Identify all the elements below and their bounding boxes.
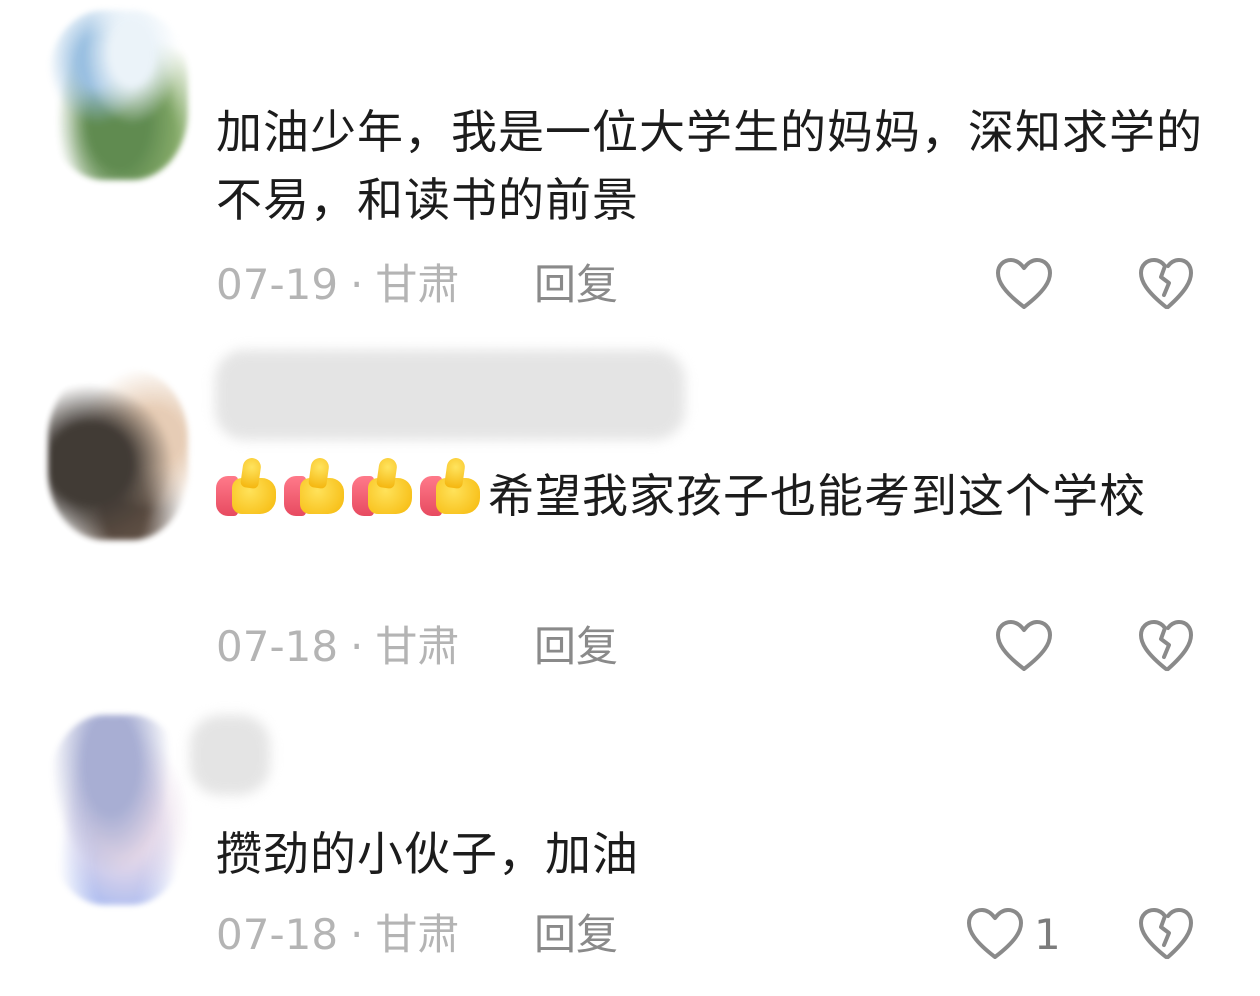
comment-text-content: 希望我家孩子也能考到这个学校 xyxy=(488,469,1146,523)
thumbs-up-icon xyxy=(420,456,488,518)
comment-location: 甘肃 xyxy=(375,260,460,309)
avatar[interactable] xyxy=(48,715,188,905)
like-button[interactable] xyxy=(995,619,1053,673)
username-redacted xyxy=(215,350,685,440)
comment-text: 加油少年，我是一位大学生的妈妈，深知求学的不易，和读书的前景 xyxy=(216,105,1203,227)
broken-heart-icon xyxy=(1139,620,1193,671)
heart-icon xyxy=(996,258,1052,309)
broken-heart-icon xyxy=(1139,908,1193,959)
separator: · xyxy=(350,622,364,671)
heart-icon xyxy=(967,908,1023,959)
dislike-button[interactable] xyxy=(1138,619,1194,673)
avatar[interactable] xyxy=(48,10,188,180)
separator: · xyxy=(350,260,364,309)
like-count: 1 xyxy=(1034,910,1061,959)
reply-button[interactable]: 回复 xyxy=(534,622,618,672)
like-button[interactable] xyxy=(995,257,1053,311)
reply-button[interactable]: 回复 xyxy=(534,260,618,310)
thumbs-up-icon xyxy=(352,456,420,518)
comment-meta: 07-19 · 甘肃 xyxy=(216,260,459,310)
dislike-button[interactable] xyxy=(1138,257,1194,311)
username-redacted xyxy=(190,715,270,795)
broken-heart-icon xyxy=(1139,258,1193,309)
comment-date: 07-18 xyxy=(216,910,339,959)
comment-text: 攒劲的小伙子，加油 xyxy=(216,827,639,881)
comment-meta: 07-18 · 甘肃 xyxy=(216,910,459,960)
comment-date: 07-18 xyxy=(216,622,339,671)
comment-location: 甘肃 xyxy=(375,622,460,671)
emoji-group xyxy=(216,456,488,518)
dislike-button[interactable] xyxy=(1138,907,1194,961)
comment-meta: 07-18 · 甘肃 xyxy=(216,622,459,672)
reply-button[interactable]: 回复 xyxy=(534,910,618,960)
thumbs-up-icon xyxy=(216,456,284,518)
separator: · xyxy=(350,910,364,959)
comment-location: 甘肃 xyxy=(375,910,460,959)
comment-date: 07-19 xyxy=(216,260,339,309)
like-button[interactable] xyxy=(966,907,1024,961)
avatar[interactable] xyxy=(48,370,188,540)
thumbs-up-icon xyxy=(284,456,352,518)
comment-text: 希望我家孩子也能考到这个学校 xyxy=(216,456,1216,530)
heart-icon xyxy=(996,620,1052,671)
